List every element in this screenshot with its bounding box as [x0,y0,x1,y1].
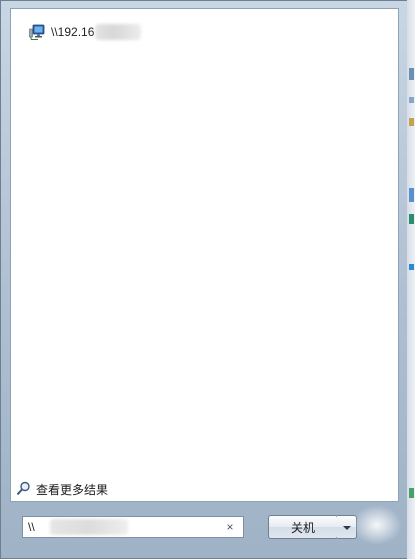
desktop-icon-fragment [409,118,414,126]
redacted-text [95,24,142,40]
search-input[interactable] [28,520,48,534]
desktop-icon-fragment [409,97,414,103]
desktop-icon-fragment [409,488,414,498]
network-computer-icon [29,24,45,40]
shutdown-button[interactable]: 关机 [268,515,338,539]
redacted-text [50,519,128,535]
desktop-icon-fragment [409,68,414,80]
see-more-results-link[interactable]: 查看更多结果 [17,480,108,498]
result-item-network-path[interactable]: \\192.16 [29,22,142,42]
search-field[interactable]: × [22,516,244,538]
clear-search-icon[interactable]: × [223,520,237,534]
desktop-icon-fragment [409,214,414,224]
glass-glare [352,505,402,545]
search-results-panel: \\192.16 [10,8,399,502]
desktop-icon-fragment [409,264,414,270]
see-more-results-label: 查看更多结果 [36,482,109,497]
desktop-background-strip [407,0,415,559]
result-item-label: \\192.16 [51,25,95,39]
search-icon [17,481,31,498]
desktop-icon-fragment [409,188,414,202]
